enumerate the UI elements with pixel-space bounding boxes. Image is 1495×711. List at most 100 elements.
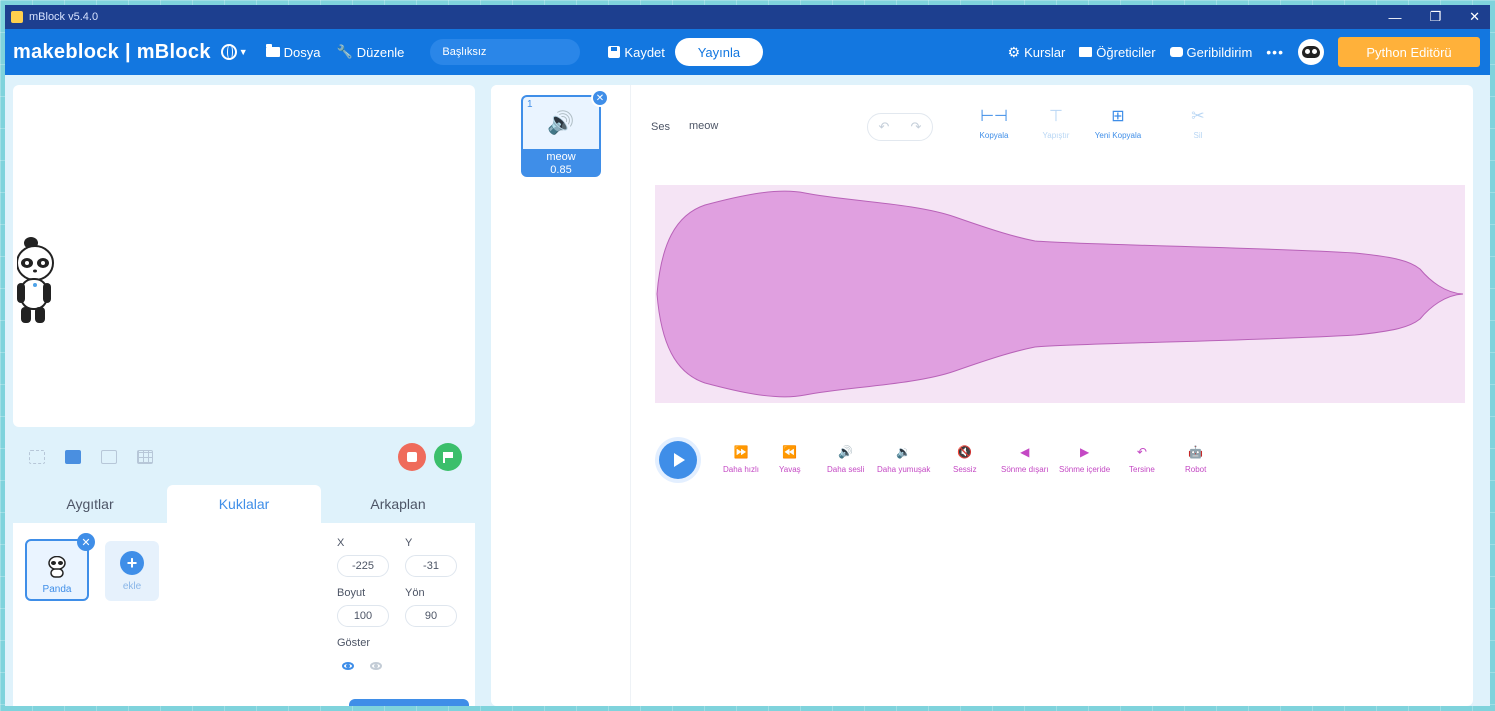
hide-button[interactable] [365,657,387,675]
project-name-input[interactable] [430,39,581,65]
save-button[interactable]: Kaydet [608,44,665,60]
effect-softer-button[interactable]: 🔉 Daha yumuşak [877,445,930,474]
sound-name-label: Ses [651,121,670,133]
sound-thumbnail: 1 🔊 [523,97,599,149]
tab-devices[interactable]: Aygıtlar [13,485,167,523]
effect-reverse-button[interactable]: ↶ Tersine [1129,445,1155,474]
avatar[interactable] [1298,39,1324,65]
effect-mute-button[interactable]: 🔇 Sessiz [953,445,977,474]
sound-editor: 1 🔊 meow 0.85 ✕ Ses ↶ ↷ ⊢⊣ Kopyala ⊤ Yap… [491,85,1473,706]
copy-button[interactable]: ⊢⊣ Kopyala [959,107,1029,140]
effect-fade-out-label: Sönme dışarı [1001,465,1049,474]
x-label: X [337,537,345,549]
bottom-action-button[interactable] [349,699,469,706]
sprite-pane: Panda ✕ + ekle X Y Boyut [13,523,475,706]
close-icon[interactable]: ✕ [591,89,609,107]
reverse-icon: ↶ [1136,445,1147,459]
robot-icon: 🤖 [1188,445,1204,459]
courses-menu[interactable]: ⚙ Kurslar [1008,44,1066,61]
save-label: Kaydet [624,44,665,60]
title-bar: mBlock v5.4.0 — ❐ ✕ [5,5,1490,29]
fullscreen-icon[interactable] [29,450,45,464]
y-field[interactable] [405,555,457,577]
window-controls: — ❐ ✕ [1388,5,1480,29]
panda-face-icon [1302,46,1320,58]
stage[interactable] [13,85,475,427]
more-icon[interactable]: ••• [1266,44,1284,60]
paste-icon: ⊤ [1049,108,1063,125]
softer-icon: 🔉 [896,445,912,459]
publish-button[interactable]: Yayınla [674,38,763,66]
tab-backgrounds[interactable]: Arkaplan [321,485,475,523]
panda-sprite[interactable] [17,233,57,333]
grid-icon[interactable] [137,450,153,464]
copy-label: Kopyala [979,131,1009,140]
stop-button[interactable] [398,443,426,471]
x-field[interactable] [337,555,389,577]
y-label: Y [405,537,413,549]
feedback-label: Geribildirim [1186,44,1253,60]
effect-robot-button[interactable]: 🤖 Robot [1185,445,1206,474]
tutorials-menu[interactable]: Öğreticiler [1079,44,1156,60]
sound-name-input[interactable] [681,113,831,139]
restore-button[interactable]: ❐ [1429,9,1441,25]
python-editor-button[interactable]: Python Editörü [1338,37,1480,67]
effect-faster-button[interactable]: ⏩ Daha hızlı [723,445,759,474]
file-menu-label: Dosya [283,44,321,60]
sprite-card-panda[interactable]: Panda ✕ [25,533,95,601]
effect-fade-out-button[interactable]: ◀ Sönme dışarı [1001,445,1049,474]
sound-card-meow[interactable]: 1 🔊 meow 0.85 ✕ [521,89,609,177]
chat-icon [1169,47,1183,57]
large-stage-icon[interactable] [101,450,117,464]
close-button[interactable]: ✕ [1469,9,1480,25]
tutorials-label: Öğreticiler [1096,44,1156,60]
direction-field[interactable] [405,605,457,627]
play-button[interactable] [659,441,697,479]
delete-button[interactable]: ✂ Sil [1163,107,1233,140]
file-menu[interactable]: Dosya [265,44,321,60]
edit-menu[interactable]: 🔧 Düzenle [337,44,405,60]
globe-icon[interactable] [220,44,237,60]
redo-button[interactable]: ↷ [911,119,922,135]
feedback-menu[interactable]: Geribildirim [1169,44,1253,60]
eye-icon [342,662,354,670]
paste-label: Yapıştır [1042,131,1070,140]
add-sprite-button[interactable]: + ekle [105,541,159,601]
courses-icon: ⚙ [1007,43,1021,60]
effect-softer-label: Daha yumuşak [877,465,931,474]
sound-card-duration: 0.85 [550,164,572,176]
scissors-icon: ✂ [1191,108,1205,125]
chevron-down-icon: ▼ [238,47,248,57]
show-button[interactable] [337,657,359,675]
waveform-shape [656,190,1464,398]
effect-reverse-label: Tersine [1129,465,1155,474]
small-stage-icon[interactable] [65,450,81,464]
add-sprite-label: ekle [122,580,142,592]
copy-new-label: Yeni Kopyala [1094,131,1142,140]
sprite-properties: X Y Boyut Yön Göster [325,523,475,706]
copy-new-button[interactable]: ⊞ Yeni Kopyala [1083,107,1153,140]
paste-button[interactable]: ⊤ Yapıştır [1021,107,1091,140]
sprite-tabs: Aygıtlar Kuklalar Arkaplan [13,485,475,523]
fade-out-icon: ◀ [1020,445,1030,459]
fade-in-icon: ▶ [1079,445,1090,459]
effect-faster-label: Daha hızlı [723,465,760,474]
undo-button[interactable]: ↶ [879,119,890,135]
size-field[interactable] [337,605,389,627]
waveform [656,190,1464,398]
effect-louder-button[interactable]: 🔊 Daha sesli [827,445,864,474]
effect-fade-in-label: Sönme içeride [1059,465,1111,474]
edit-menu-label: Düzenle [356,44,405,60]
copy-icon: ⊢⊣ [980,108,1008,125]
sound-card-name: meow [546,151,576,163]
effect-fade-in-button[interactable]: ▶ Sönme içeride [1059,445,1110,474]
tab-sprites[interactable]: Kuklalar [167,485,321,523]
green-flag-button[interactable] [434,443,462,471]
sprite-name: Panda [42,584,72,595]
app-icon [11,11,23,23]
waveform-area[interactable] [655,185,1465,403]
effect-mute-label: Sessiz [953,465,977,474]
effect-slower-button[interactable]: ⏪ Yavaş [779,445,801,474]
minimize-button[interactable]: — [1388,10,1401,25]
close-icon[interactable]: ✕ [77,533,95,551]
